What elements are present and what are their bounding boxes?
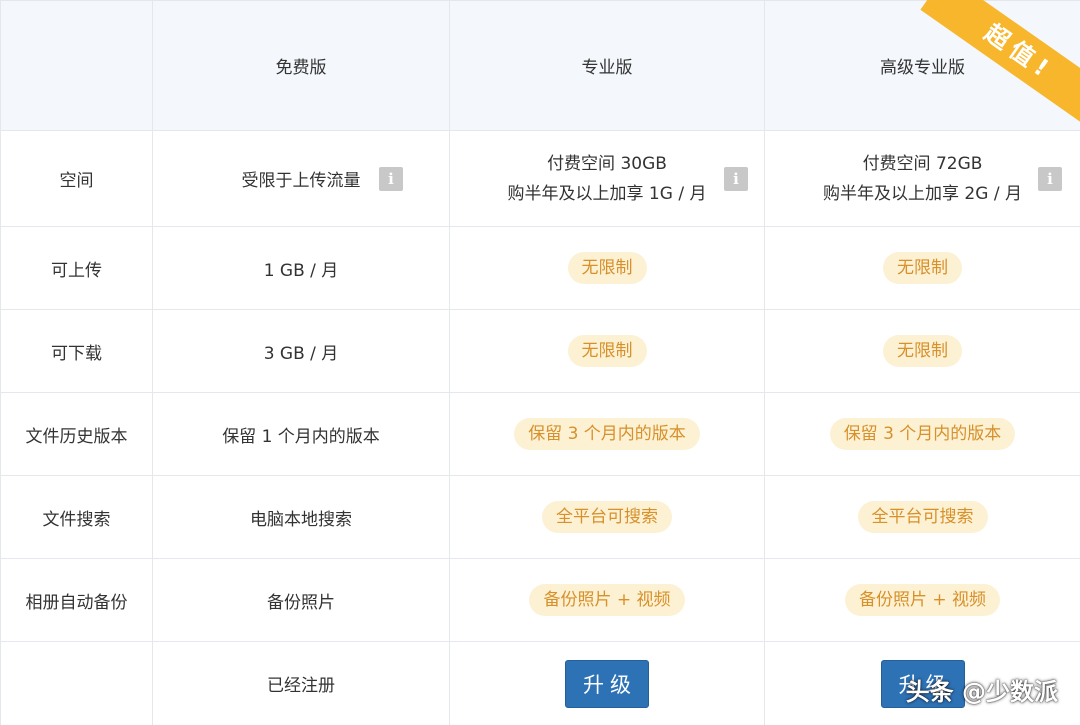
table-row-history: 文件历史版本 保留 1 个月内的版本 保留 3 个月内的版本 保留 3 个月内的… — [0, 392, 1080, 476]
row-label-backup: 相册自动备份 — [0, 558, 153, 642]
free-backup-value: 备份照片 — [152, 558, 450, 642]
pro-search-badge: 全平台可搜索 — [542, 501, 672, 533]
premium-backup-cell: 备份照片 + 视频 — [764, 558, 1080, 642]
plan-free-title: 免费版 — [152, 0, 450, 131]
free-history-value: 保留 1 个月内的版本 — [152, 392, 450, 476]
pro-history-badge: 保留 3 个月内的版本 — [514, 418, 700, 450]
row-label-history: 文件历史版本 — [0, 392, 153, 476]
table-row-search: 文件搜索 电脑本地搜索 全平台可搜索 全平台可搜索 — [0, 475, 1080, 559]
row-label-search: 文件搜索 — [0, 475, 153, 559]
watermark: 头条 @少数派 — [905, 678, 1058, 706]
info-icon[interactable]: i — [379, 166, 403, 191]
free-space-value: 受限于上传流量 — [241, 171, 361, 191]
table-row-download: 可下载 3 GB / 月 无限制 无限制 — [0, 309, 1080, 393]
pro-search-cell: 全平台可搜索 — [449, 475, 765, 559]
header-row: 免费版 专业版 高级专业版 — [0, 0, 1080, 131]
header-empty-cell — [0, 0, 153, 131]
premium-download-cell: 无限制 — [764, 309, 1080, 393]
pro-backup-badge: 备份照片 + 视频 — [529, 584, 685, 616]
pricing-comparison: 免费版 专业版 高级专业版 空间 受限于上传流量 i 付费空间 30GB 购半年… — [0, 0, 1080, 725]
free-registered-status: 已经注册 — [152, 641, 450, 725]
info-icon[interactable]: i — [724, 166, 748, 191]
pro-backup-cell: 备份照片 + 视频 — [449, 558, 765, 642]
free-download-value: 3 GB / 月 — [152, 309, 450, 393]
premium-download-badge: 无限制 — [883, 335, 962, 367]
pro-action-cell: 升级 — [449, 641, 765, 725]
pro-space-line2: 购半年及以上加享 1G / 月 — [507, 183, 707, 204]
free-upload-value: 1 GB / 月 — [152, 226, 450, 310]
upgrade-pro-button[interactable]: 升级 — [565, 659, 649, 708]
pro-space-cell: 付费空间 30GB 购半年及以上加享 1G / 月 i — [449, 130, 765, 227]
premium-search-cell: 全平台可搜索 — [764, 475, 1080, 559]
pro-space-line1: 付费空间 30GB — [547, 153, 667, 174]
pro-upload-badge: 无限制 — [567, 252, 647, 284]
table-row-upload: 可上传 1 GB / 月 无限制 无限制 — [0, 226, 1080, 310]
info-icon[interactable]: i — [1038, 166, 1062, 191]
premium-space-cell: 付费空间 72GB 购半年及以上加享 2G / 月 i — [764, 130, 1080, 227]
premium-history-badge: 保留 3 个月内的版本 — [829, 418, 1016, 450]
pro-history-cell: 保留 3 个月内的版本 — [449, 392, 765, 476]
pro-download-cell: 无限制 — [449, 309, 765, 393]
pricing-table: 免费版 专业版 高级专业版 空间 受限于上传流量 i 付费空间 30GB 购半年… — [0, 0, 1080, 725]
free-search-value: 电脑本地搜索 — [152, 475, 450, 559]
row-label-space: 空间 — [0, 130, 153, 227]
premium-backup-badge: 备份照片 + 视频 — [844, 584, 1001, 616]
premium-history-cell: 保留 3 个月内的版本 — [764, 392, 1080, 476]
row-label-download: 可下载 — [0, 309, 153, 393]
row-label-upload: 可上传 — [0, 226, 153, 310]
action-empty-cell — [0, 641, 153, 725]
premium-search-badge: 全平台可搜索 — [857, 501, 988, 533]
premium-space-line2: 购半年及以上加享 2G / 月 — [823, 183, 1022, 204]
table-row-space: 空间 受限于上传流量 i 付费空间 30GB 购半年及以上加享 1G / 月 i — [0, 130, 1080, 227]
free-space-cell: 受限于上传流量 i — [152, 130, 450, 227]
premium-upload-badge: 无限制 — [883, 252, 962, 284]
plan-pro-title: 专业版 — [449, 0, 765, 131]
premium-upload-cell: 无限制 — [764, 226, 1080, 310]
pro-upload-cell: 无限制 — [449, 226, 765, 310]
table-row-backup: 相册自动备份 备份照片 备份照片 + 视频 备份照片 + 视频 — [0, 558, 1080, 642]
premium-space-line1: 付费空间 72GB — [862, 153, 983, 174]
pro-download-badge: 无限制 — [567, 335, 647, 367]
